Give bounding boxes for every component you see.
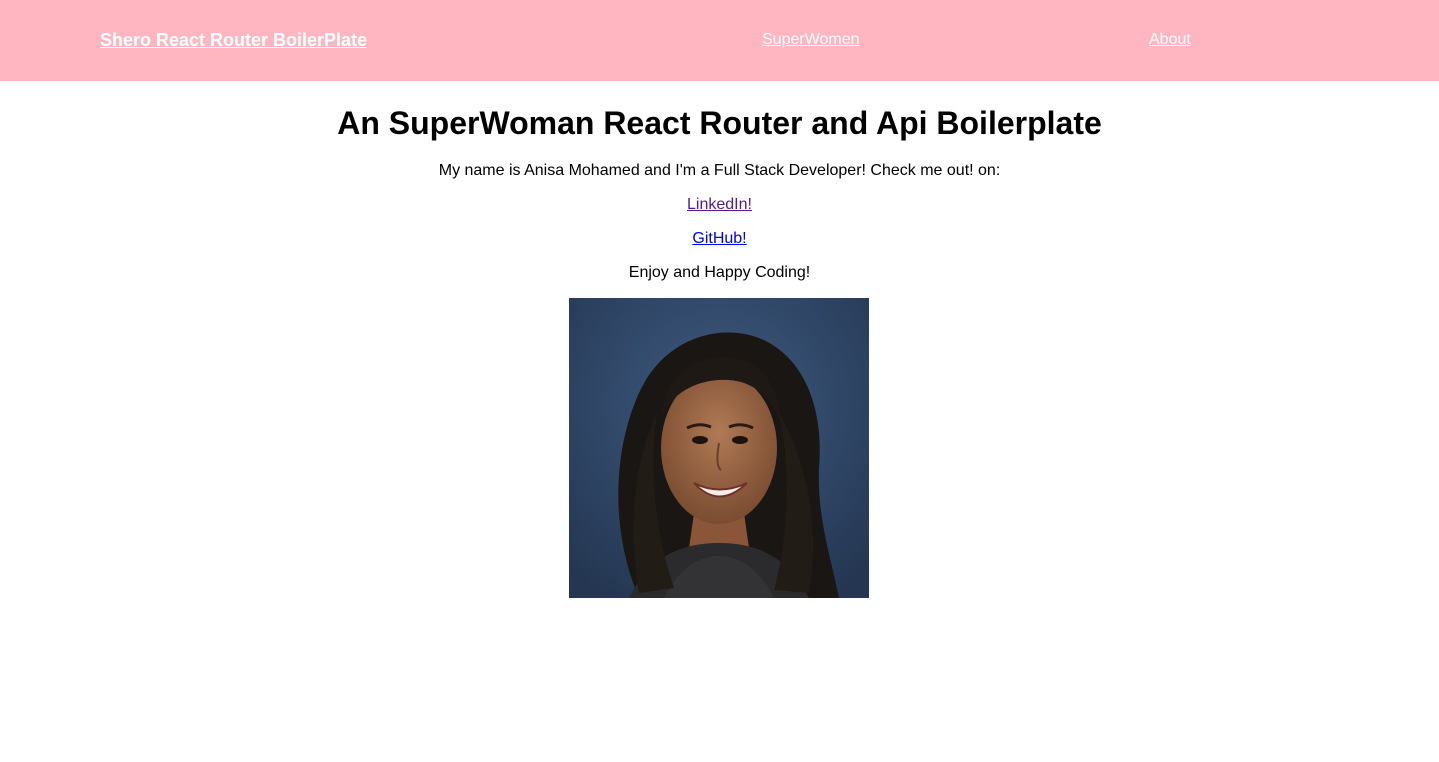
nav-link-superwomen[interactable]: SuperWomen <box>762 30 860 50</box>
nav-link-about[interactable]: About <box>1149 30 1191 50</box>
linkedin-row: LinkedIn! <box>0 195 1439 215</box>
intro-text: My name is Anisa Mohamed and I'm a Full … <box>438 162 1001 179</box>
github-row: GitHub! <box>0 229 1439 249</box>
portrait-illustration <box>569 298 869 598</box>
portrait-photo <box>569 298 869 598</box>
navbar: Shero React Router BoilerPlate SuperWome… <box>0 0 1439 81</box>
linkedin-link[interactable]: LinkedIn! <box>687 196 752 213</box>
page-title: An SuperWoman React Router and Api Boile… <box>337 105 1102 141</box>
outro-text: Enjoy and Happy Coding! <box>628 264 811 281</box>
github-link[interactable]: GitHub! <box>692 230 746 247</box>
brand-link[interactable]: Shero React Router BoilerPlate <box>100 29 367 51</box>
